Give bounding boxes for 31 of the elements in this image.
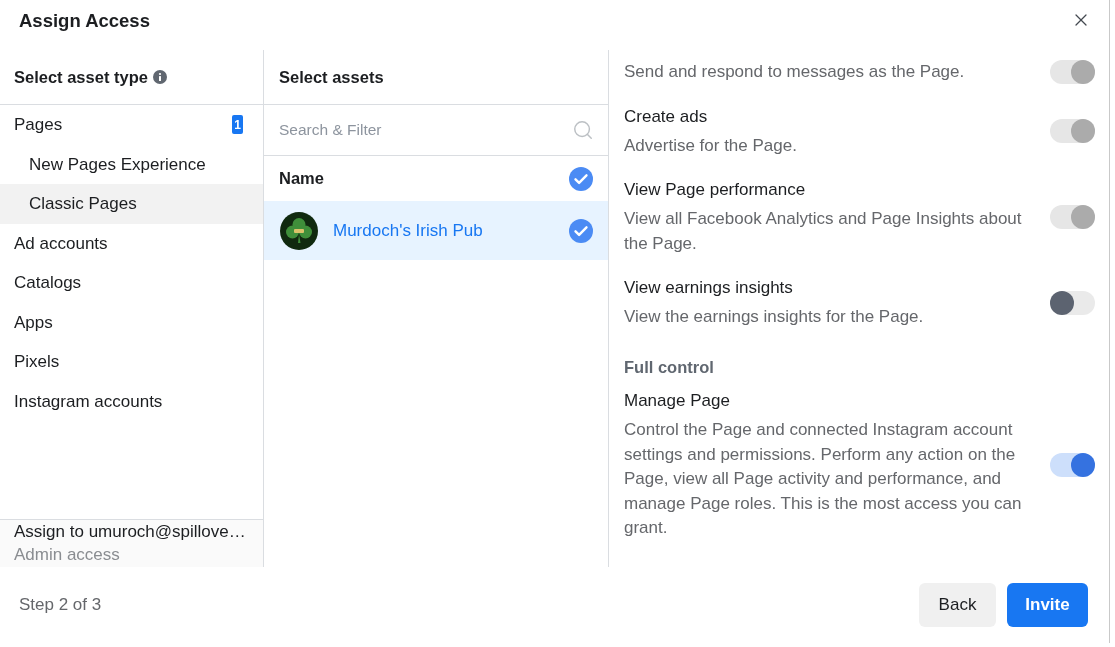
permission-description: Control the Page and connected Instagram account settings and permissions. Perform any action on the Page, view all Page activity and performance, and manage Page roles. This is the most access you can grant. (624, 418, 1023, 540)
info-icon[interactable] (152, 70, 167, 84)
section-heading: Full control (624, 356, 714, 378)
asset-name: Murdoch's Irish Pub (333, 219, 484, 242)
dialog-title: Assign Access (19, 9, 150, 33)
invite-button[interactable]: Invite (1007, 583, 1088, 627)
permission-description: Advertise for the Page. (624, 134, 798, 157)
permission-description: View the earnings insights for the Page. (624, 306, 925, 329)
asset-type-item[interactable]: Classic Pages (0, 184, 263, 224)
permission-title: Manage Page (624, 389, 731, 412)
permission-toggle[interactable] (1050, 452, 1095, 477)
permission-title: View earnings insights (624, 277, 794, 300)
step-indicator: Step 2 of 3 (19, 594, 102, 617)
asset-row[interactable]: Murdoch's Irish Pub (264, 201, 608, 260)
column-heading: Select assets (279, 66, 384, 88)
permission-toggle[interactable] (1050, 291, 1095, 316)
search-icon (572, 119, 594, 141)
permission-title: Create ads (624, 105, 709, 128)
permission-title: View Page performance (624, 179, 807, 202)
asset-checkbox[interactable] (569, 218, 593, 243)
assignee-email: Assign to umuroch@spillove… (14, 521, 247, 543)
select-all-checkbox[interactable] (569, 166, 593, 191)
permission-description: Send and respond to messages as the Page. (624, 61, 966, 83)
shamrock-avatar-icon (280, 211, 318, 250)
permission-description: View all Facebook Analytics and Page Insights about the Page. (624, 208, 1023, 255)
column-header: Name (279, 168, 324, 190)
search-field[interactable]: Search & Filter (279, 115, 539, 145)
back-button[interactable]: Back (919, 583, 996, 627)
access-level: Admin access (14, 544, 121, 566)
count-badge: 1 (232, 115, 243, 135)
column-heading: Select asset type (14, 66, 148, 88)
